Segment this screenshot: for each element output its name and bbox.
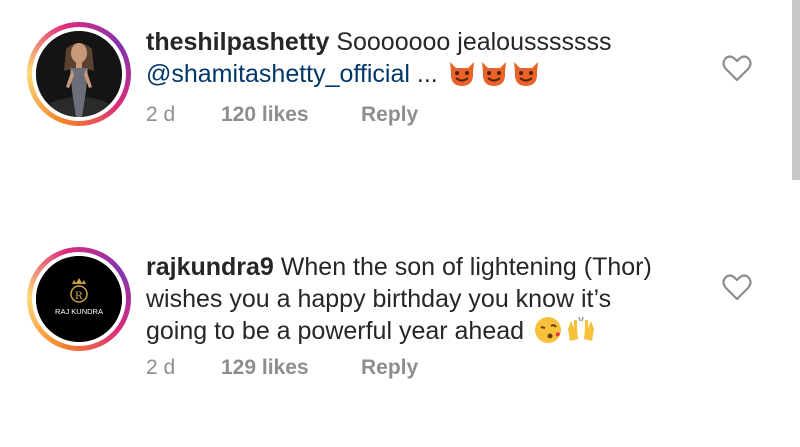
mention-link[interactable]: @shamitashetty_official <box>146 60 410 88</box>
comment-meta: 2 d 129 likes Reply <box>146 356 418 380</box>
comment-body: Sooooooo jealousssssss <box>329 28 612 56</box>
devil-face-icon <box>479 58 509 96</box>
scrollbar[interactable] <box>792 0 800 180</box>
comment-username[interactable]: rajkundra9 <box>146 253 274 281</box>
like-heart-icon[interactable] <box>722 273 752 301</box>
comment-body-line2: wishes you a happy birthday you know it’… <box>146 285 612 313</box>
kiss-face-icon <box>533 315 563 353</box>
devil-face-icon <box>511 58 541 96</box>
comment-time: 2 d <box>146 356 176 379</box>
comment-body-line1: When the son of lightening (Thor) <box>273 253 652 281</box>
avatar[interactable]: R RAJ KUNDRA <box>36 256 122 342</box>
comment-trailing: ... <box>409 60 438 88</box>
reply-button[interactable]: Reply <box>361 103 418 127</box>
reply-button[interactable]: Reply <box>361 356 418 380</box>
likes-count[interactable]: 120 likes <box>221 103 361 127</box>
svg-text:R: R <box>75 288 83 302</box>
devil-face-icon <box>447 58 477 96</box>
raising-hands-icon <box>565 315 597 353</box>
avatar[interactable] <box>36 31 122 117</box>
likes-count[interactable]: 129 likes <box>221 356 361 380</box>
comment-meta: 2 d 120 likes Reply <box>146 103 418 127</box>
comment-username[interactable]: theshilpashetty <box>146 28 329 56</box>
profile-photo-icon <box>36 31 122 117</box>
comment-text: rajkundra9 When the son of lightening (T… <box>146 251 706 353</box>
like-heart-icon[interactable] <box>722 54 752 82</box>
svg-text:RAJ KUNDRA: RAJ KUNDRA <box>55 307 103 316</box>
raj-kundra-logo-icon: R RAJ KUNDRA <box>36 256 122 342</box>
story-ring[interactable]: R RAJ KUNDRA <box>27 247 131 351</box>
comment-time: 2 d <box>146 103 176 126</box>
comment-text: theshilpashetty Sooooooo jealousssssss @… <box>146 26 706 96</box>
comment-body-line3: going to be a powerful year ahead <box>146 317 531 345</box>
story-ring[interactable] <box>27 22 131 126</box>
